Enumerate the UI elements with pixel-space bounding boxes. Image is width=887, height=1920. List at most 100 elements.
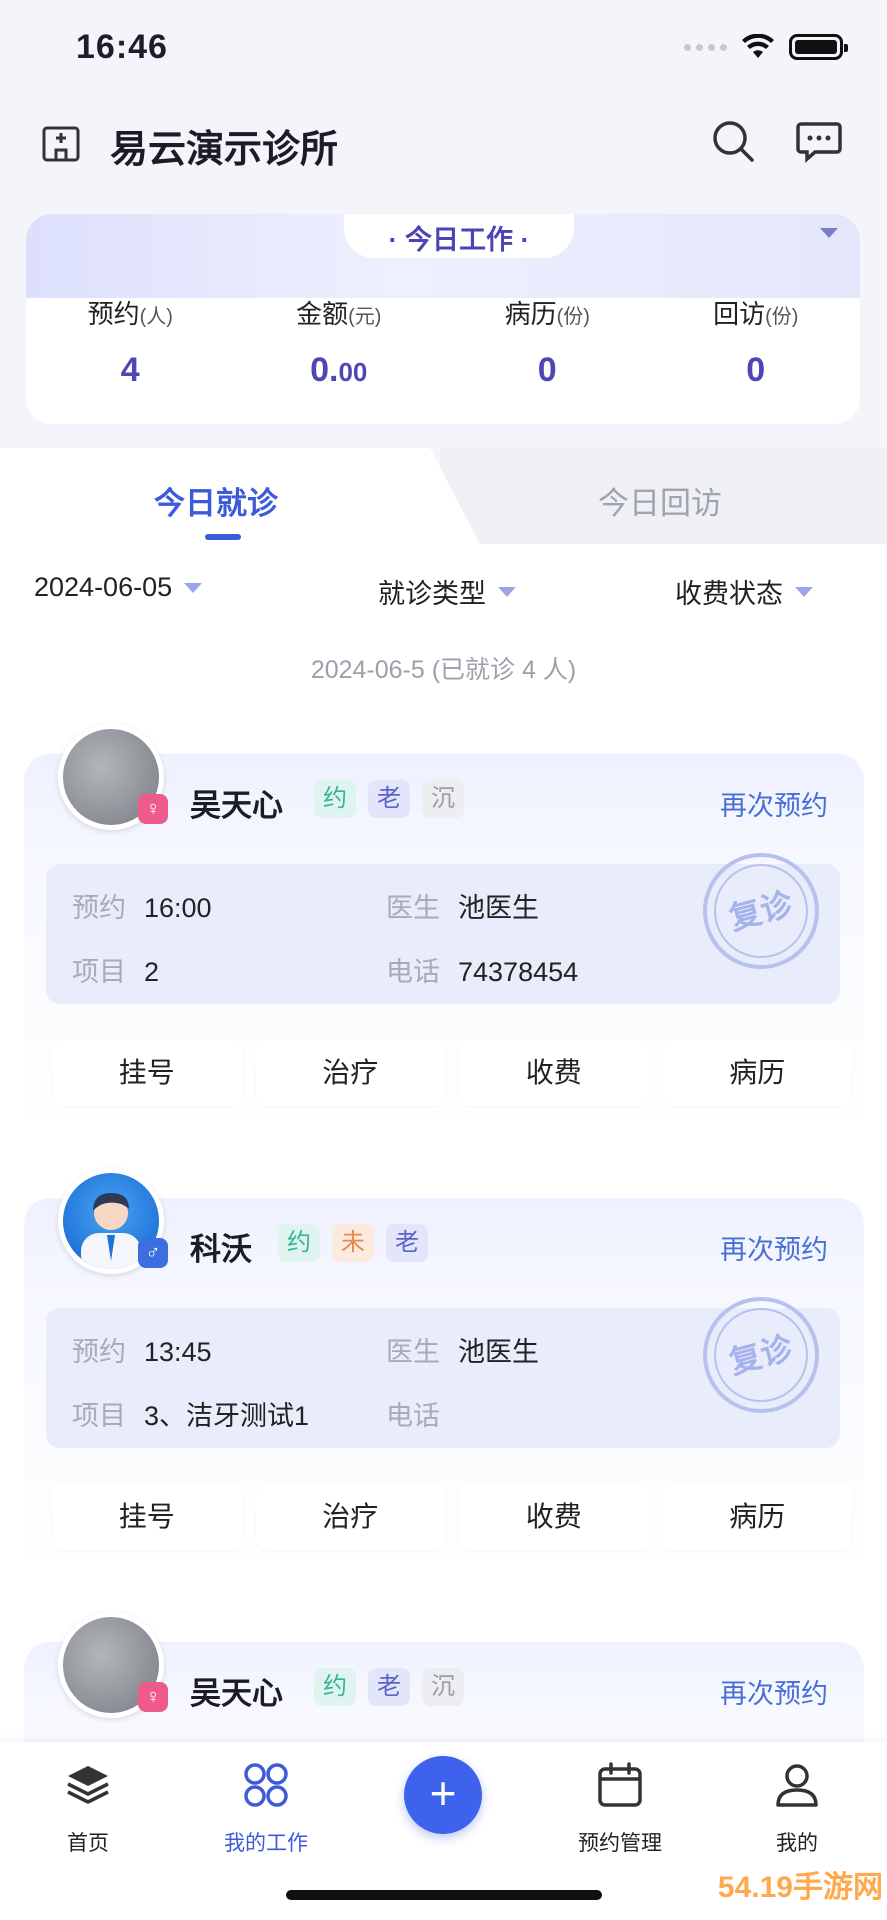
collapse-caret-icon[interactable] <box>820 228 838 238</box>
phone-label: 电话 <box>386 1401 440 1431</box>
nav-home[interactable]: 首页 <box>28 1760 148 1857</box>
stat-label: 病历 <box>504 299 557 329</box>
rebook-link[interactable]: 再次预约 <box>720 1672 828 1711</box>
rebook-link[interactable]: 再次预约 <box>720 784 828 823</box>
badge-returning: 老 <box>368 780 410 818</box>
stat-unit: (人) <box>139 306 173 328</box>
layers-icon <box>67 1766 109 1804</box>
revisit-stamp: 复诊 <box>703 1297 819 1413</box>
add-button[interactable]: + <box>404 1756 482 1834</box>
grid-circles-icon <box>244 1763 288 1807</box>
doctor-label: 医生 <box>386 1337 440 1367</box>
caret-down-icon <box>184 582 203 593</box>
nav-my-work[interactable]: 我的工作 <box>206 1760 326 1857</box>
appt-label: 预约 <box>72 1337 126 1367</box>
date-filter-label: 2024-06-05 <box>34 572 173 602</box>
action-row: 挂号 治疗 收费 病历 <box>52 1484 852 1550</box>
stat-value: 4 <box>120 351 140 389</box>
active-tab-indicator <box>205 534 241 540</box>
home-indicator <box>286 1890 602 1900</box>
patient-card[interactable]: ♀ 吴天心 约 老 沉 再次预约 预约 16:00 医生 池医生 项目 2 电话 743… <box>24 724 864 1129</box>
register-button[interactable]: 挂号 <box>52 1040 242 1106</box>
stat-value: 0 <box>746 351 766 389</box>
visit-summary: 2024-06-5 (已就诊 4 人) <box>310 656 577 684</box>
message-icon[interactable] <box>796 118 842 164</box>
stat-records[interactable]: 病历(份) 0 <box>443 294 652 390</box>
badge-appointment: 约 <box>314 1668 356 1706</box>
today-work-title: · 今日工作 · <box>388 225 530 255</box>
stat-appointments[interactable]: 预约(人) 4 <box>26 294 235 390</box>
battery-icon <box>789 34 848 60</box>
stat-amount[interactable]: 金额(元) 0.00 <box>235 294 444 390</box>
status-icons <box>684 34 848 60</box>
stat-label: 预约 <box>87 299 140 329</box>
appointment-info: 预约 16:00 医生 池医生 项目 2 电话 74378454 复诊 <box>46 853 840 1004</box>
charge-button[interactable]: 收费 <box>459 1040 649 1106</box>
treatment-button[interactable]: 治疗 <box>255 1040 445 1106</box>
badge-returning: 老 <box>386 1224 428 1262</box>
stat-label: 金额 <box>296 299 349 329</box>
top-header: 易云演示诊所 <box>0 100 887 190</box>
patient-name[interactable]: 吴天心 <box>190 780 283 825</box>
stat-followups[interactable]: 回访(份) 0 <box>652 294 861 390</box>
today-work-card: · 今日工作 · 预约(人) 4 金额(元) 0.00 病历(份) 0 回访(份… <box>26 214 860 424</box>
action-row: 挂号 治疗 收费 病历 <box>52 1040 852 1106</box>
appt-label: 预约 <box>72 893 126 923</box>
calendar-icon <box>598 1762 642 1807</box>
doctor-name: 池医生 <box>458 1337 539 1367</box>
fee-status-label: 收费状态 <box>675 579 783 609</box>
tab-today-visits[interactable]: 今日就诊 <box>154 478 278 523</box>
doctor-label: 医生 <box>386 893 440 923</box>
tab-today-followups[interactable]: 今日回访 <box>598 478 722 523</box>
stat-value: 0 <box>537 351 557 389</box>
clinic-icon[interactable] <box>40 120 82 162</box>
nav-appointments[interactable]: 预约管理 <box>560 1760 680 1857</box>
patient-name[interactable]: 科沃 <box>190 1224 252 1269</box>
patient-card[interactable]: ♂ 科沃 约 未 老 再次预约 预约 13:45 医生 池医生 项目 3、洁牙测试1 … <box>24 1168 864 1573</box>
doctor-name: 池医生 <box>458 893 539 923</box>
stat-value-decimal: 00 <box>338 357 368 387</box>
user-icon <box>776 1764 818 1807</box>
caret-down-icon <box>498 586 516 597</box>
stat-value: 0. <box>310 351 339 389</box>
patient-badges: 约 老 沉 <box>314 1668 464 1706</box>
appt-time: 16:00 <box>144 893 212 923</box>
wifi-icon <box>742 34 774 58</box>
charge-button[interactable]: 收费 <box>459 1484 649 1550</box>
clinic-name: 易云演示诊所 <box>110 129 339 171</box>
status-bar: 16:46 <box>0 0 887 96</box>
badge-appointment: 约 <box>278 1224 320 1262</box>
nav-me[interactable]: 我的 <box>737 1760 857 1857</box>
stamp-text: 复诊 <box>725 884 798 938</box>
fee-status-filter[interactable]: 收费状态 <box>675 572 813 611</box>
male-icon: ♂ <box>138 1238 168 1268</box>
item-value: 3、洁牙测试1 <box>144 1401 310 1431</box>
medical-record-button[interactable]: 病历 <box>662 1040 852 1106</box>
stamp-text: 复诊 <box>725 1328 798 1382</box>
stats-row: 预约(人) 4 金额(元) 0.00 病历(份) 0 回访(份) 0 <box>26 294 860 390</box>
item-label: 项目 <box>72 1401 126 1431</box>
stat-unit: (份) <box>556 306 590 328</box>
register-button[interactable]: 挂号 <box>52 1484 242 1550</box>
medical-record-button[interactable]: 病历 <box>662 1484 852 1550</box>
visit-tabs: 今日就诊 今日回访 <box>0 448 887 544</box>
visit-type-label: 就诊类型 <box>378 579 486 609</box>
badge-unvisited: 未 <box>332 1224 374 1262</box>
patient-badges: 约 老 沉 <box>314 780 464 818</box>
nav-my-work-label: 我的工作 <box>224 1832 308 1855</box>
nav-appointments-label: 预约管理 <box>578 1832 662 1855</box>
badge-returning: 老 <box>368 1668 410 1706</box>
patient-name[interactable]: 吴天心 <box>190 1668 283 1713</box>
date-filter[interactable]: 2024-06-05 <box>34 572 203 603</box>
visit-type-filter[interactable]: 就诊类型 <box>378 572 516 611</box>
search-icon[interactable] <box>710 118 756 164</box>
badge-dormant: 沉 <box>422 780 464 818</box>
treatment-button[interactable]: 治疗 <box>255 1484 445 1550</box>
watermark: 54.19手游网 <box>717 1871 883 1904</box>
signal-icon <box>684 43 727 51</box>
rebook-link[interactable]: 再次预约 <box>720 1228 828 1267</box>
stat-unit: (份) <box>765 306 799 328</box>
phone-value: 74378454 <box>458 957 579 987</box>
appt-time: 13:45 <box>144 1337 212 1367</box>
revisit-stamp: 复诊 <box>703 853 819 969</box>
